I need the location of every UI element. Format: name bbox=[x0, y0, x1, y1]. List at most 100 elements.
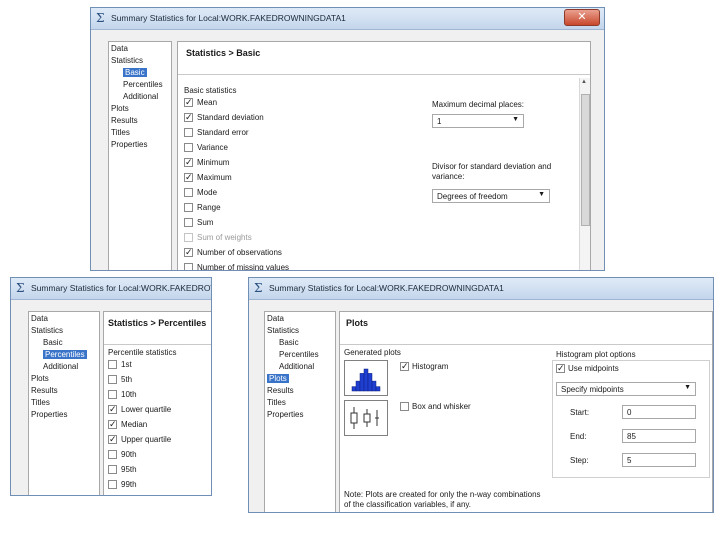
nav-item-statistics[interactable]: Statistics bbox=[267, 326, 299, 335]
nav-item-titles[interactable]: Titles bbox=[31, 398, 50, 407]
histogram-bar bbox=[359, 373, 365, 392]
1st-checkbox[interactable] bbox=[108, 360, 117, 369]
use-midpoints-checkbox[interactable]: ✓ bbox=[556, 364, 565, 373]
end-input[interactable]: 85 bbox=[622, 429, 696, 443]
title-bar[interactable]: Σ Summary Statistics for Local:WORK.FAKE… bbox=[249, 278, 713, 300]
window-title: Summary Statistics for Local:WORK.FAKEDR… bbox=[31, 283, 211, 293]
nav-item-basic[interactable]: Basic bbox=[279, 338, 299, 347]
range-checkbox[interactable] bbox=[184, 203, 193, 212]
minimum-label: Minimum bbox=[197, 158, 230, 167]
mode-checkbox[interactable] bbox=[184, 188, 193, 197]
vertical-scrollbar[interactable]: ▲ bbox=[579, 78, 590, 270]
step-value: 5 bbox=[627, 456, 632, 465]
90th-checkbox[interactable] bbox=[108, 450, 117, 459]
nav-item-plots[interactable]: Plots bbox=[111, 104, 129, 113]
nav-item-data[interactable]: Data bbox=[111, 44, 128, 53]
sigma-icon: Σ bbox=[96, 11, 105, 25]
nav-item-properties[interactable]: Properties bbox=[111, 140, 147, 149]
standard-error-label: Standard error bbox=[197, 128, 249, 137]
nav-item-plots[interactable]: Plots bbox=[267, 374, 289, 383]
midpoint-mode-select[interactable]: Specify midpoints ▼ bbox=[556, 382, 696, 396]
standard-error-checkbox[interactable] bbox=[184, 128, 193, 137]
divider bbox=[340, 344, 712, 345]
nav-item-additional[interactable]: Additional bbox=[43, 362, 78, 371]
divisor-select[interactable]: Degrees of freedom ▼ bbox=[432, 189, 550, 203]
nav-item-percentiles[interactable]: Percentiles bbox=[123, 80, 163, 89]
sigma-icon: Σ bbox=[254, 281, 263, 295]
nav-item-properties[interactable]: Properties bbox=[31, 410, 67, 419]
95th-checkbox[interactable] bbox=[108, 465, 117, 474]
number-of-missing-values-label: Number of missing values bbox=[197, 263, 290, 271]
dialog-basic: Σ Summary Statistics for Local:WORK.FAKE… bbox=[90, 7, 605, 271]
max-decimal-select[interactable]: 1 ▼ bbox=[432, 114, 524, 128]
minimum-checkbox[interactable]: ✓ bbox=[184, 158, 193, 167]
histogram-checkbox[interactable]: ✓ bbox=[400, 362, 409, 371]
nav-item-statistics[interactable]: Statistics bbox=[111, 56, 143, 65]
nav-item-basic[interactable]: Basic bbox=[43, 338, 63, 347]
median-checkbox[interactable]: ✓ bbox=[108, 420, 117, 429]
nav-item-results[interactable]: Results bbox=[111, 116, 138, 125]
nav-item-results[interactable]: Results bbox=[31, 386, 58, 395]
step-label: Step: bbox=[570, 456, 589, 465]
nav-item-titles[interactable]: Titles bbox=[267, 398, 286, 407]
group-label: Generated plots bbox=[344, 348, 401, 357]
nav-item-properties[interactable]: Properties bbox=[267, 410, 303, 419]
title-bar[interactable]: Σ Summary Statistics for Local:WORK.FAKE… bbox=[11, 278, 211, 300]
upper-quartile-checkbox[interactable]: ✓ bbox=[108, 435, 117, 444]
range-label: Range bbox=[197, 203, 221, 212]
sum-of-weights-checkbox[interactable] bbox=[184, 233, 193, 242]
start-input[interactable]: 0 bbox=[622, 405, 696, 419]
5th-checkbox[interactable] bbox=[108, 375, 117, 384]
nav-item-statistics[interactable]: Statistics bbox=[31, 326, 63, 335]
variance-checkbox[interactable] bbox=[184, 143, 193, 152]
nav-item-percentiles[interactable]: Percentiles bbox=[43, 350, 87, 359]
standard-deviation-checkbox[interactable]: ✓ bbox=[184, 113, 193, 122]
99th-label: 99th bbox=[121, 480, 137, 489]
99th-checkbox[interactable] bbox=[108, 480, 117, 489]
number-of-missing-values-checkbox[interactable] bbox=[184, 263, 193, 270]
page-title: Plots bbox=[346, 318, 369, 328]
nav-item-titles[interactable]: Titles bbox=[111, 128, 130, 137]
variance-label: Variance bbox=[197, 143, 228, 152]
end-label: End: bbox=[570, 432, 587, 441]
group-label: Basic statistics bbox=[184, 86, 237, 95]
nav-item-results[interactable]: Results bbox=[267, 386, 294, 395]
number-of-observations-label: Number of observations bbox=[197, 248, 282, 257]
lower-quartile-label: Lower quartile bbox=[121, 405, 172, 414]
number-of-observations-checkbox[interactable]: ✓ bbox=[184, 248, 193, 257]
lower-quartile-checkbox[interactable]: ✓ bbox=[108, 405, 117, 414]
nav-item-data[interactable]: Data bbox=[267, 314, 284, 323]
box-whisker-checkbox[interactable] bbox=[400, 402, 409, 411]
sum-checkbox[interactable] bbox=[184, 218, 193, 227]
maximum-checkbox[interactable]: ✓ bbox=[184, 173, 193, 182]
nav-item-basic[interactable]: Basic bbox=[123, 68, 147, 77]
title-bar[interactable]: Σ Summary Statistics for Local:WORK.FAKE… bbox=[91, 8, 604, 30]
midpoint-mode-value: Specify midpoints bbox=[561, 385, 624, 394]
scroll-thumb[interactable] bbox=[581, 94, 590, 226]
page-title: Statistics > Basic bbox=[186, 48, 261, 58]
divider bbox=[178, 74, 590, 75]
histogram-options-label: Histogram plot options bbox=[556, 350, 636, 359]
sum-of-weights-label: Sum of weights bbox=[197, 233, 252, 242]
nav-item-additional[interactable]: Additional bbox=[123, 92, 158, 101]
close-button[interactable]: ✕ bbox=[564, 9, 600, 26]
step-input[interactable]: 5 bbox=[622, 453, 696, 467]
nav-item-percentiles[interactable]: Percentiles bbox=[279, 350, 319, 359]
histogram-bar bbox=[375, 386, 381, 392]
dialog-plots: Σ Summary Statistics for Local:WORK.FAKE… bbox=[248, 277, 714, 513]
95th-label: 95th bbox=[121, 465, 137, 474]
10th-checkbox[interactable] bbox=[108, 390, 117, 399]
histogram-label: Histogram bbox=[412, 362, 449, 371]
histogram-bars bbox=[351, 368, 381, 392]
nav-item-additional[interactable]: Additional bbox=[279, 362, 314, 371]
nav-item-data[interactable]: Data bbox=[31, 314, 48, 323]
10th-label: 10th bbox=[121, 390, 137, 399]
mean-label: Mean bbox=[197, 98, 218, 107]
histogram-icon[interactable] bbox=[344, 360, 388, 396]
group-label: Percentile statistics bbox=[108, 348, 177, 357]
mean-checkbox[interactable]: ✓ bbox=[184, 98, 193, 107]
box-whisker-icon[interactable] bbox=[344, 400, 388, 436]
box-whisker-label: Box and whisker bbox=[412, 402, 471, 411]
scroll-up-icon[interactable]: ▲ bbox=[581, 79, 587, 85]
nav-item-plots[interactable]: Plots bbox=[31, 374, 49, 383]
